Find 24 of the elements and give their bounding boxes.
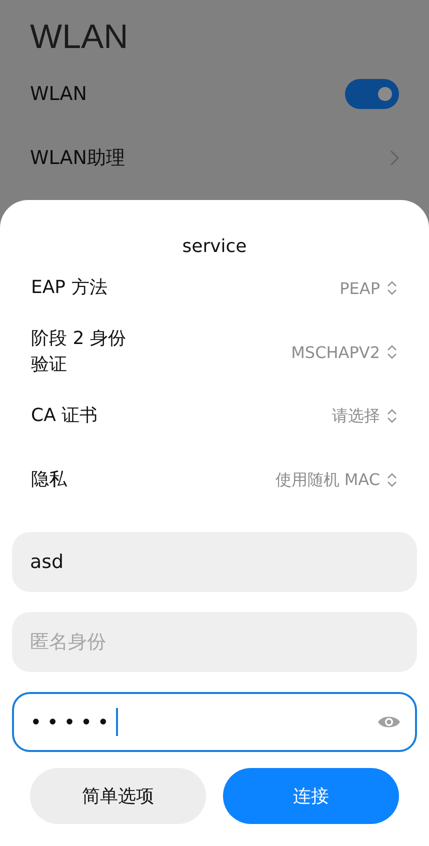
- setting-label: WLAN: [30, 83, 88, 105]
- option-label: CA 证书: [31, 404, 98, 428]
- option-button[interactable]: 简单选项: [30, 768, 206, 824]
- sheet-heading: service: [182, 238, 247, 256]
- setting-label: WLAN助理: [30, 146, 126, 171]
- option-label: 阶段 2 身份验证: [31, 327, 127, 377]
- updown-icon: [386, 343, 398, 361]
- option-selector[interactable]: 请选择: [332, 406, 398, 426]
- updown-icon: [386, 279, 398, 297]
- password-field[interactable]: •••••: [12, 692, 417, 752]
- option-selector[interactable]: MSCHAPV2: [291, 342, 398, 362]
- updown-icon: [386, 407, 398, 425]
- input-field[interactable]: asd: [12, 532, 417, 592]
- connect-button[interactable]: 连接: [223, 768, 399, 824]
- option-selector[interactable]: PEAP: [340, 278, 398, 298]
- option-selector[interactable]: 使用随机 MAC: [275, 470, 398, 490]
- option-label: 隐私: [31, 468, 67, 492]
- toggle-switch[interactable]: [345, 79, 399, 109]
- option-label: EAP 方法: [31, 276, 108, 300]
- page-title: WLAN: [30, 18, 130, 58]
- eye-icon[interactable]: [377, 714, 401, 730]
- updown-icon: [386, 471, 398, 489]
- input-field[interactable]: 匿名身份: [12, 612, 417, 672]
- chevron-right-icon: [390, 150, 399, 166]
